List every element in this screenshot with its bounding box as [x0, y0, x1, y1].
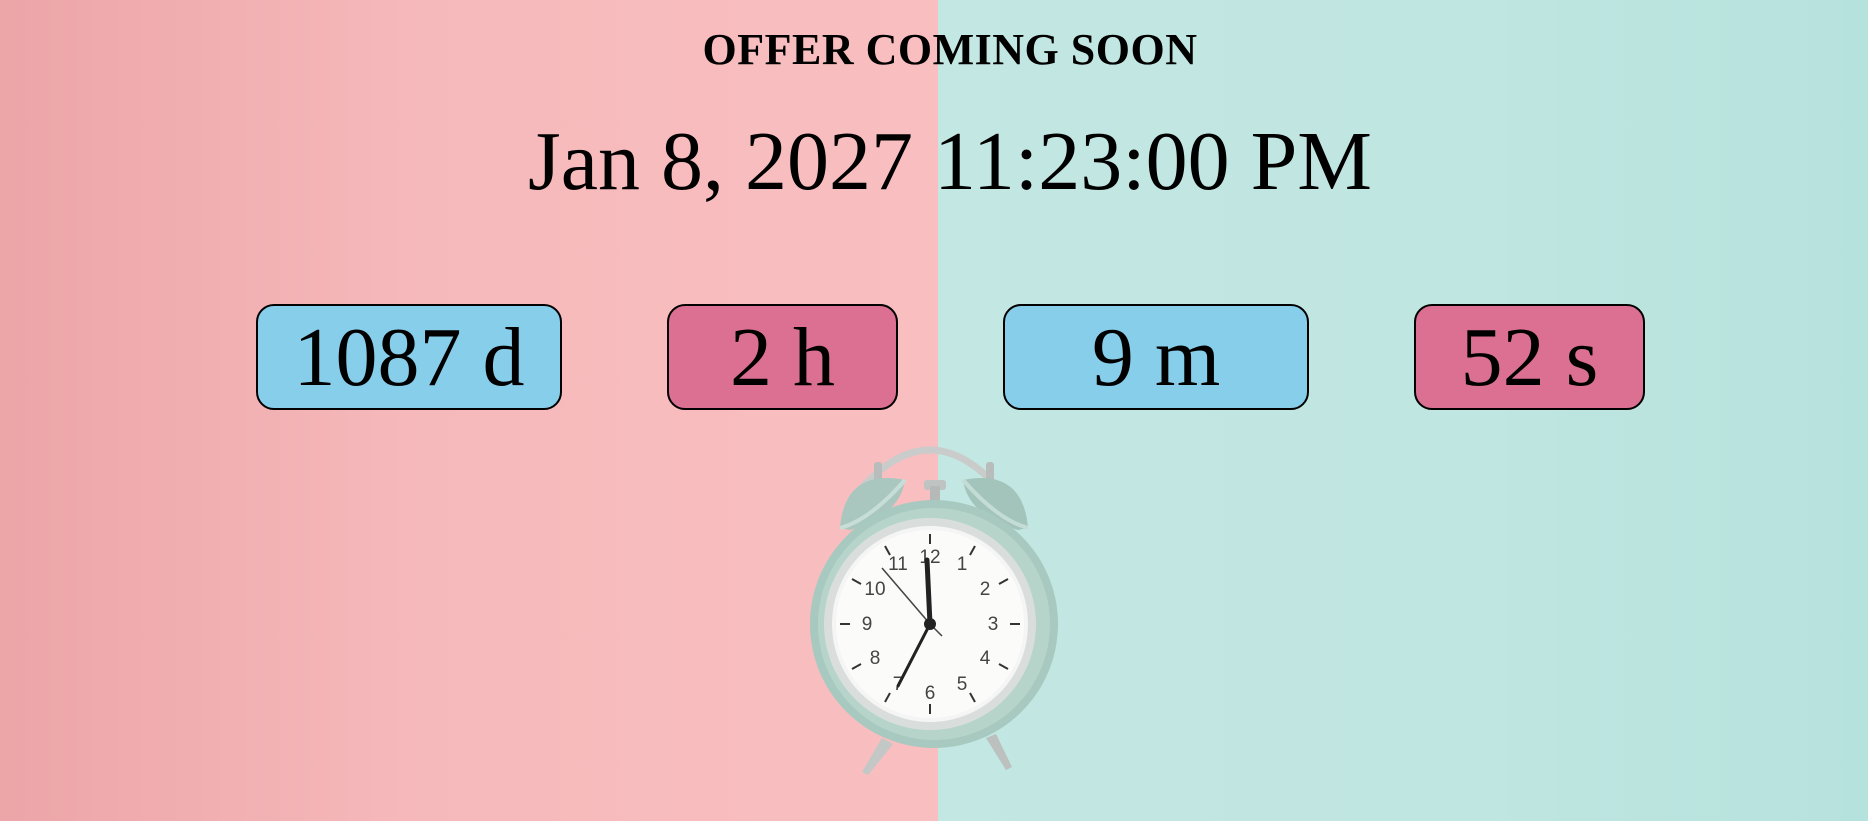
clock-numeral-8: 8 [870, 648, 881, 669]
clock-numeral-2: 2 [980, 579, 991, 600]
target-date: Jan 8, 2027 11:23:00 PM [528, 115, 1372, 208]
alarm-clock-image: 12 1 2 3 4 5 6 7 8 9 10 11 [810, 446, 1058, 775]
clock-numeral-10: 10 [864, 579, 885, 600]
offer-headline: OFFER COMING SOON [702, 25, 1198, 74]
countdown-minutes: 9 m [1003, 304, 1309, 410]
clock-numeral-9: 9 [862, 614, 873, 635]
clock-numeral-6: 6 [925, 683, 936, 704]
countdown-hours: 2 h [667, 304, 898, 410]
countdown-days: 1087 d [256, 304, 562, 410]
clock-numeral-5: 5 [957, 674, 968, 695]
clock-numeral-1: 1 [957, 554, 968, 575]
countdown-seconds: 52 s [1414, 304, 1645, 410]
clock-numeral-11: 11 [888, 554, 908, 575]
clock-numeral-12: 12 [919, 547, 940, 568]
clock-numeral-4: 4 [980, 648, 991, 669]
clock-numeral-3: 3 [988, 614, 999, 635]
